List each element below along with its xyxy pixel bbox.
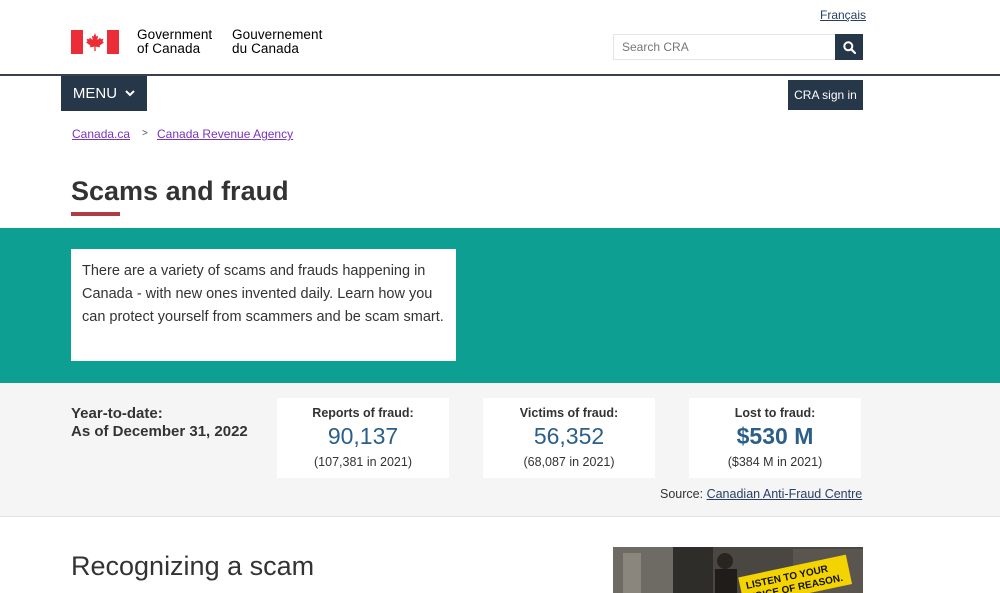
stat-card-lost: Lost to fraud: $530 M ($384 M in 2021) — [689, 398, 861, 478]
government-of-canada-wordmark-fr[interactable]: Gouvernement du Canada — [232, 28, 323, 56]
intro-text: There are a variety of scams and frauds … — [71, 249, 456, 361]
language-toggle-link[interactable]: Français — [820, 8, 866, 22]
canada-flag-logo — [71, 30, 119, 54]
cra-sign-in-button[interactable]: CRA sign in — [788, 80, 863, 110]
stat-card-reports: Reports of fraud: 90,137 (107,381 in 202… — [277, 398, 449, 478]
section-title: Recognizing a scam — [71, 551, 315, 581]
header-divider — [0, 74, 1000, 76]
breadcrumb-canada-link[interactable]: Canada.ca — [72, 127, 130, 141]
breadcrumb-separator: > — [142, 128, 148, 139]
stat-previous: (68,087 in 2021) — [523, 455, 615, 469]
menu-label: MENU — [72, 85, 118, 102]
menu-button[interactable]: MENU — [61, 76, 147, 111]
title-underline — [71, 212, 120, 216]
gov-en-line2: of Canada — [137, 41, 201, 56]
chevron-down-icon — [125, 90, 135, 97]
gov-fr-line2: du Canada — [232, 41, 299, 56]
search-icon — [842, 40, 856, 54]
stat-previous: ($384 M in 2021) — [727, 455, 823, 469]
stat-previous: (107,381 in 2021) — [314, 455, 412, 469]
stat-label: Lost to fraud: — [734, 406, 816, 420]
source-link[interactable]: Canadian Anti-Fraud Centre — [707, 487, 863, 501]
promo-image[interactable]: LISTEN TO YOUR VOICE OF REASON. — [613, 547, 863, 593]
stat-label: Reports of fraud: — [312, 406, 414, 420]
stats-source: Source: Canadian Anti-Fraud Centre — [660, 487, 862, 501]
source-prefix: Source: — [660, 487, 704, 501]
gov-en-line1: Government — [137, 27, 213, 42]
search-button[interactable] — [835, 34, 863, 60]
government-of-canada-wordmark-en[interactable]: Government of Canada — [137, 28, 212, 56]
stats-period: Year-to-date: As of December 31, 2022 — [71, 405, 248, 441]
gov-fr-line1: Gouvernement — [232, 27, 323, 42]
promo-photo: LISTEN TO YOUR VOICE OF REASON. — [613, 547, 863, 593]
stats-period-label: Year-to-date: — [71, 405, 163, 422]
search-input[interactable]: Search CRA — [613, 34, 835, 60]
stat-card-victims: Victims of fraud: 56,352 (68,087 in 2021… — [483, 398, 655, 478]
page-title: Scams and fraud — [71, 176, 289, 206]
stat-value: 90,137 — [327, 423, 399, 449]
stat-value: 56,352 — [533, 423, 605, 449]
breadcrumb-cra-link[interactable]: Canada Revenue Agency — [157, 127, 293, 141]
stat-value: $530 M — [736, 423, 814, 449]
stats-period-date: As of December 31, 2022 — [71, 423, 248, 440]
stat-label: Victims of fraud: — [519, 406, 619, 420]
maple-leaf-icon — [86, 33, 104, 51]
